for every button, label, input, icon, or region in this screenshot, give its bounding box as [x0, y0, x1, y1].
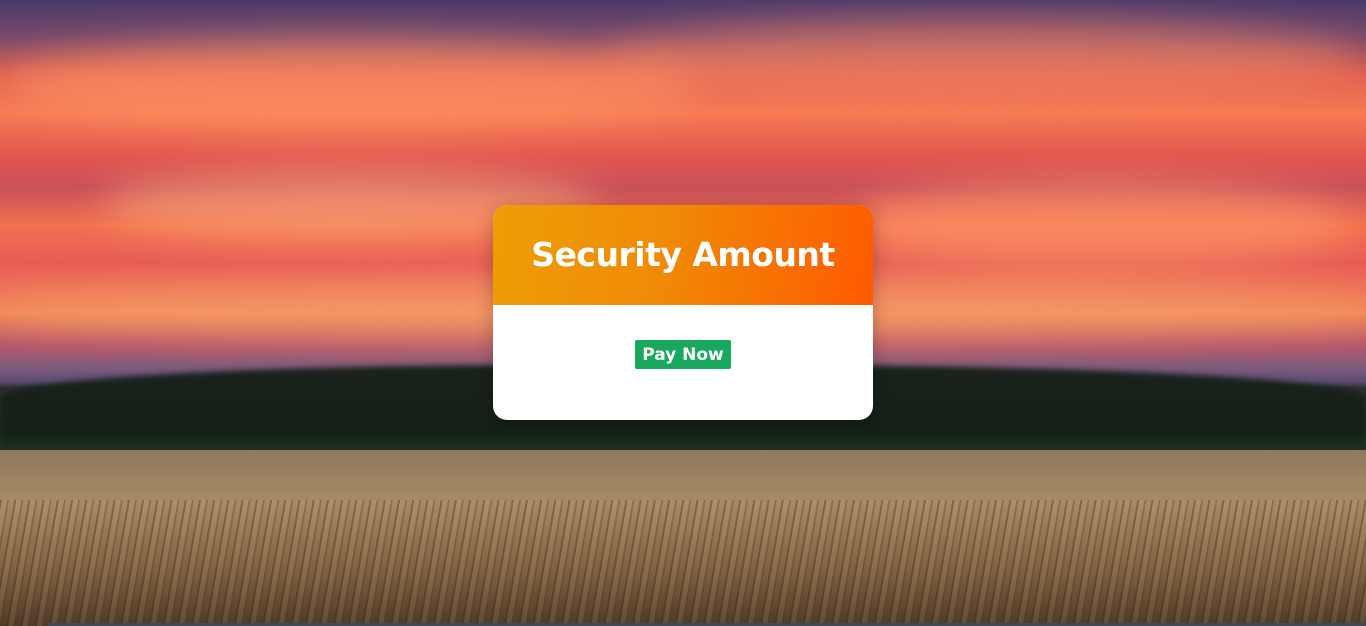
cloud-band — [850, 180, 1350, 270]
security-amount-card: Security Amount Pay Now — [493, 205, 873, 420]
card-body: Pay Now — [493, 305, 873, 420]
card-title: Security Amount — [531, 234, 835, 274]
wheat-texture — [0, 500, 1366, 626]
cloud-band — [0, 40, 700, 130]
card-header: Security Amount — [493, 205, 873, 305]
pay-now-button[interactable]: Pay Now — [635, 340, 731, 369]
cloud-band — [600, 20, 1360, 100]
